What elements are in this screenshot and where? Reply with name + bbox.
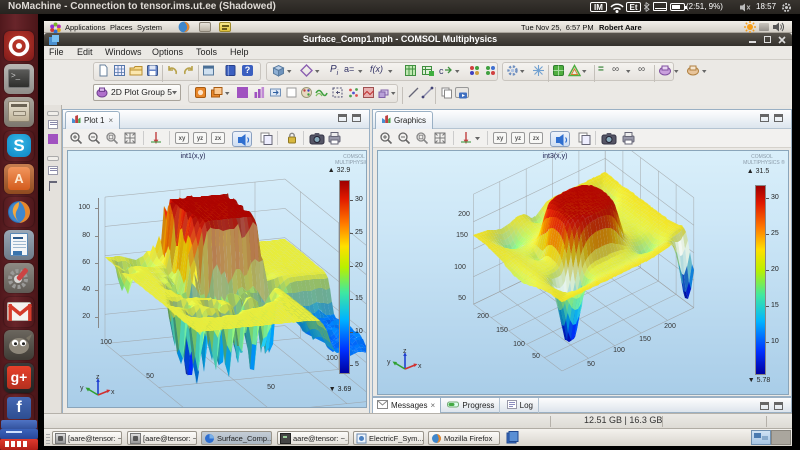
svg-text:c: c: [439, 66, 444, 76]
svg-text:y: y: [387, 359, 391, 366]
svg-text:y: y: [80, 385, 84, 392]
svg-text:x: x: [111, 389, 115, 396]
svg-text:z: z: [96, 374, 100, 381]
svg-text:z: z: [403, 348, 407, 355]
svg-text:x: x: [418, 363, 422, 370]
